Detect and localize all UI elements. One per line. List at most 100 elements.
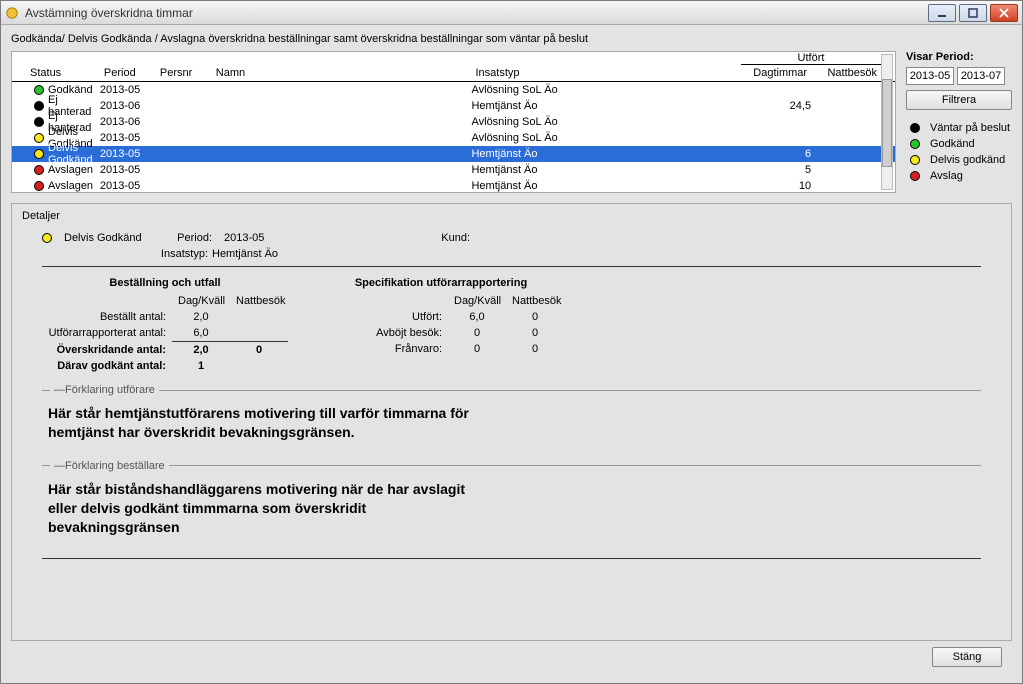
table-row[interactable]: Ej hanterad2013-06Hemtjänst Äo24,5: [12, 98, 895, 114]
row-insatstyp: Hemtjänst Äo: [471, 180, 741, 192]
grid-value: 0: [506, 309, 564, 325]
status-legend: Väntar på beslut Godkänd Delvis godkänd Avs…: [906, 120, 1012, 184]
titlebar: Avstämning överskridna timmar: [1, 1, 1022, 25]
forklaring-bestallare-legend: Förklaring beställare: [65, 460, 165, 472]
legend-label: Avslag: [930, 170, 963, 182]
period-to-input[interactable]: [957, 67, 1005, 85]
row-status: Delvis Godkänd: [48, 142, 100, 166]
grid-value: 0: [230, 342, 288, 358]
details-status-dot: [42, 233, 52, 243]
orders-table: Utfört Status Period Persnr Namn Insatst…: [11, 51, 896, 193]
details-title: Detaljer: [22, 210, 1001, 222]
col-persnr[interactable]: Persnr: [156, 65, 212, 81]
grid-value: 1: [172, 358, 230, 374]
legend-label: Delvis godkänd: [930, 154, 1005, 166]
legend-item: Avslag: [906, 168, 1012, 184]
legend-dot: [910, 171, 920, 181]
col-period[interactable]: Period: [100, 65, 156, 81]
legend-dot: [910, 155, 920, 165]
row-insatstyp: Hemtjänst Äo: [471, 100, 741, 112]
grid-label: Utförarrapporterat antal:: [42, 325, 172, 342]
details-period: 2013-05: [224, 232, 304, 244]
col-group-utfort: Utfört: [741, 52, 881, 65]
row-insatstyp: Hemtjänst Äo: [471, 148, 741, 160]
legend-label: Väntar på beslut: [930, 122, 1010, 134]
grid-value: 0: [506, 341, 564, 357]
filter-button[interactable]: Filtrera: [906, 90, 1012, 110]
status-dot: [34, 149, 44, 159]
col-dagtimmar[interactable]: Dagtimmar: [741, 65, 811, 81]
grid-value: [230, 325, 288, 342]
forklaring-utforare-text: Här står hemtjänstutförarens motivering …: [42, 396, 482, 450]
row-insatstyp: Hemtjänst Äo: [471, 164, 741, 176]
table-row[interactable]: Delvis Godkänd2013-05Avlösning SoL Äo: [12, 130, 895, 146]
row-status: Avslagen: [48, 180, 93, 192]
grid-value: 0: [506, 325, 564, 341]
forklaring-utforare-legend: Förklaring utförare: [65, 384, 155, 396]
grid-value: [230, 309, 288, 325]
window-title: Avstämning överskridna timmar: [25, 6, 928, 20]
filter-panel: Visar Period: Filtrera Väntar på beslut G…: [906, 51, 1012, 193]
grid-label: Utfört:: [318, 309, 448, 325]
row-dagtimmar: 10: [741, 180, 811, 192]
legend-item: Delvis godkänd: [906, 152, 1012, 168]
row-period: 2013-05: [100, 84, 156, 96]
grid-value: 2,0: [172, 342, 230, 358]
period-from-input[interactable]: [906, 67, 954, 85]
breadcrumb: Godkända/ Delvis Godkända / Avslagna öve…: [11, 33, 1012, 45]
row-period: 2013-05: [100, 180, 156, 192]
status-dot: [34, 165, 44, 175]
row-period: 2013-05: [100, 148, 156, 160]
row-period: 2013-05: [100, 164, 156, 176]
maximize-button[interactable]: [959, 4, 987, 22]
bestallning-section: Beställning och utfall Dag/KvällNattbesö…: [42, 277, 288, 374]
grid-label: Frånvaro:: [318, 341, 448, 357]
table-row[interactable]: Delvis Godkänd2013-05Hemtjänst Äo6: [12, 146, 895, 162]
details-status: Delvis Godkänd: [64, 232, 154, 244]
grid-value: 2,0: [172, 309, 230, 325]
window: Avstämning överskridna timmar Godkända/ …: [0, 0, 1023, 684]
col-nattbesok[interactable]: Nattbesök: [811, 65, 881, 81]
specifikation-section: Specifikation utförarrapportering Dag/Kv…: [318, 277, 564, 374]
minimize-button[interactable]: [928, 4, 956, 22]
row-insatstyp: Avlösning SoL Äo: [471, 132, 741, 144]
col-status[interactable]: Status: [12, 65, 100, 81]
row-status: Avslagen: [48, 164, 93, 176]
details-panel: Detaljer Delvis Godkänd Period: 2013-05 …: [11, 203, 1012, 641]
forklaring-bestallare: — Förklaring beställare Här står bistånd…: [42, 460, 981, 545]
details-period-label: Period:: [162, 232, 216, 244]
status-dot: [34, 181, 44, 191]
table-row[interactable]: Avslagen 2013-05 Hemtjänst Äo5: [12, 162, 895, 178]
row-insatstyp: Avlösning SoL Äo: [471, 116, 741, 128]
filter-title: Visar Period:: [906, 51, 1012, 63]
row-dagtimmar: 24,5: [741, 100, 811, 112]
forklaring-bestallare-text: Här står biståndshandläggarens motiverin…: [42, 472, 482, 545]
row-insatstyp: Avlösning SoL Äo: [471, 84, 741, 96]
specifikation-title: Specifikation utförarrapportering: [318, 277, 564, 289]
col-insatstyp[interactable]: Insatstyp: [471, 65, 741, 81]
grid-value: 6,0: [172, 325, 230, 342]
table-scrollbar[interactable]: [881, 54, 893, 190]
legend-dot: [910, 139, 920, 149]
legend-item: Väntar på beslut: [906, 120, 1012, 136]
close-dialog-button[interactable]: Stäng: [932, 647, 1002, 667]
legend-label: Godkänd: [930, 138, 975, 150]
col-namn[interactable]: Namn: [212, 65, 472, 81]
grid-label: Överskridande antal:: [42, 342, 172, 358]
bestallning-title: Beställning och utfall: [42, 277, 288, 289]
grid-label: Därav godkänt antal:: [42, 358, 172, 374]
close-button[interactable]: [990, 4, 1018, 22]
grid-value: 0: [448, 325, 506, 341]
table-row[interactable]: Ej hanterad2013-06Avlösning SoL Äo: [12, 114, 895, 130]
grid-value: 0: [448, 341, 506, 357]
grid-value: 6,0: [448, 309, 506, 325]
table-row[interactable]: Godkänd2013-05Avlösning SoL Äo: [12, 82, 895, 98]
details-insatstyp: Hemtjänst Äo: [212, 248, 278, 260]
table-row[interactable]: Avslagen 2013-05 Hemtjänst Äo10: [12, 178, 895, 193]
legend-item: Godkänd: [906, 136, 1012, 152]
grid-label: Avböjt besök:: [318, 325, 448, 341]
grid-value: [230, 358, 288, 374]
legend-dot: [910, 123, 920, 133]
row-dagtimmar: 5: [741, 164, 811, 176]
grid-label: Beställt antal:: [42, 309, 172, 325]
